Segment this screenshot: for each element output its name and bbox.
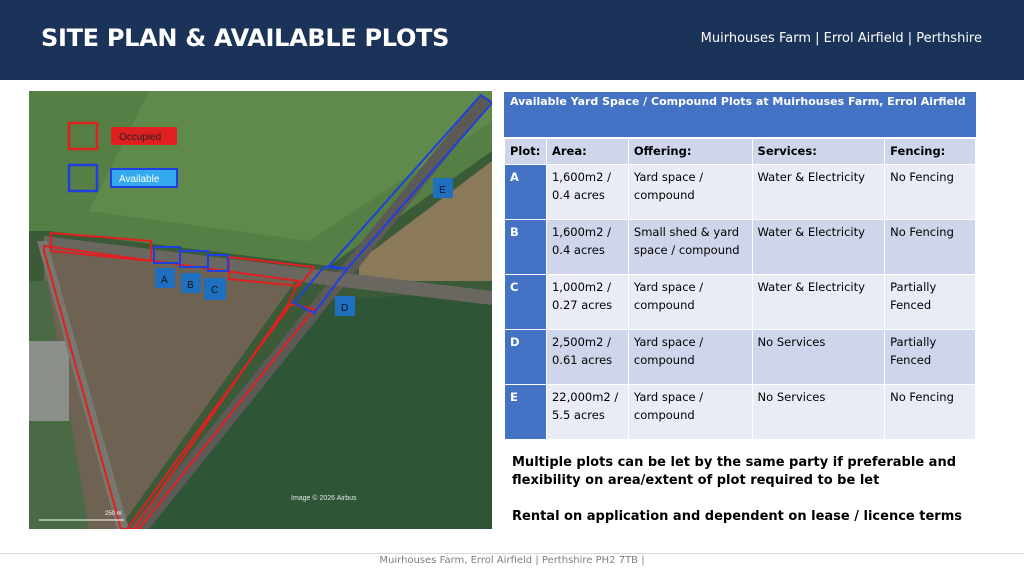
plot-cell: E bbox=[504, 384, 547, 440]
legend-occupied-label: Occupied bbox=[119, 132, 161, 143]
fencing-cell: No Fencing bbox=[884, 219, 976, 275]
area-cell: 1,600m2 /0.4 acres bbox=[545, 219, 629, 275]
offering-cell: Yard space / compound bbox=[627, 329, 753, 385]
services-cell: Water & Electricity bbox=[751, 219, 886, 275]
scale-label: 250 m bbox=[105, 511, 122, 517]
plot-cell: D bbox=[504, 329, 547, 385]
services-cell: No Services bbox=[751, 384, 886, 440]
plot-label-c: C bbox=[204, 278, 226, 300]
header-banner: SITE PLAN & AVAILABLE PLOTS Muirhouses F… bbox=[0, 0, 1024, 80]
fencing-cell: Partially Fenced bbox=[884, 274, 976, 330]
plot-label-d: D bbox=[335, 296, 355, 316]
services-cell: No Services bbox=[751, 329, 886, 385]
table-row: D 2,500m2 /0.61 acres Yard space / compou… bbox=[504, 329, 976, 385]
page-title: SITE PLAN & AVAILABLE PLOTS bbox=[41, 24, 450, 52]
col-header-services: Services: bbox=[751, 138, 886, 165]
table-row: B 1,600m2 /0.4 acres Small shed & yard sp… bbox=[504, 219, 976, 275]
plot-cell: C bbox=[504, 274, 547, 330]
image-credit: Image © 2026 Airbus bbox=[291, 494, 357, 502]
location-subtitle: Muirhouses Farm | Errol Airfield | Perth… bbox=[700, 31, 982, 46]
services-cell: Water & Electricity bbox=[751, 164, 886, 220]
plot-cell: B bbox=[504, 219, 547, 275]
site-map-svg: Occupied Available A B C D E Image © 202… bbox=[29, 91, 492, 529]
col-header-fencing: Fencing: bbox=[884, 138, 976, 165]
col-header-area: Area: bbox=[545, 138, 629, 165]
svg-text:D: D bbox=[341, 303, 348, 314]
svg-text:B: B bbox=[187, 280, 194, 291]
col-header-offering: Offering: bbox=[627, 138, 753, 165]
table-row: C 1,000m2 /0.27 acres Yard space / compou… bbox=[504, 274, 976, 330]
aerial-site-map: Occupied Available A B C D E Image © 202… bbox=[29, 91, 492, 529]
area-cell: 1,000m2 /0.27 acres bbox=[545, 274, 629, 330]
area-cell: 22,000m2 /5.5 acres bbox=[545, 384, 629, 440]
plot-label-e: E bbox=[433, 178, 453, 198]
col-header-plot: Plot: bbox=[504, 138, 547, 165]
fencing-cell: No Fencing bbox=[884, 384, 976, 440]
note-multiple-plots: Multiple plots can be let by the same pa… bbox=[512, 455, 956, 488]
offering-cell: Yard space / compound bbox=[627, 164, 753, 220]
table-title: Available Yard Space / Compound Plots at… bbox=[504, 92, 976, 137]
offering-cell: Small shed & yard space / compound bbox=[627, 219, 753, 275]
svg-text:C: C bbox=[211, 285, 218, 296]
legend-available-label: Available bbox=[119, 174, 160, 185]
svg-text:A: A bbox=[161, 275, 168, 286]
table-header-row: Plot: Area: Offering: Services: Fencing: bbox=[504, 138, 976, 165]
area-cell: 1,600m2 /0.4 acres bbox=[545, 164, 629, 220]
plots-table: Plot: Area: Offering: Services: Fencing:… bbox=[504, 138, 976, 440]
buildings-west bbox=[29, 341, 69, 421]
offering-cell: Yard space / compound bbox=[627, 274, 753, 330]
svg-text:E: E bbox=[439, 185, 446, 196]
plot-label-b: B bbox=[181, 273, 201, 293]
plot-label-a: A bbox=[155, 268, 175, 288]
fencing-cell: No Fencing bbox=[884, 164, 976, 220]
plot-cell: A bbox=[504, 164, 547, 220]
services-cell: Water & Electricity bbox=[751, 274, 886, 330]
fencing-cell: Partially Fenced bbox=[884, 329, 976, 385]
table-row: E 22,000m2 /5.5 acres Yard space / compou… bbox=[504, 384, 976, 440]
offering-cell: Yard space / compound bbox=[627, 384, 753, 440]
note-rental-terms: Rental on application and dependent on l… bbox=[512, 509, 962, 524]
footer-address: Muirhouses Farm, Errol Airfield | Perths… bbox=[379, 555, 645, 566]
footer-divider bbox=[0, 553, 1024, 554]
area-cell: 2,500m2 /0.61 acres bbox=[545, 329, 629, 385]
table-row: A 1,600m2 /0.4 acres Yard space / compoun… bbox=[504, 164, 976, 220]
